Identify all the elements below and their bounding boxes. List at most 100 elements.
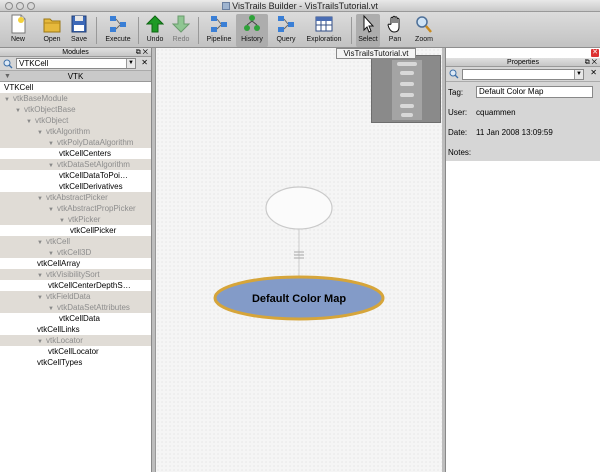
expand-triangle-icon[interactable]: ▼ bbox=[4, 95, 13, 104]
undo-button[interactable]: Undo bbox=[144, 14, 166, 47]
version-tree-canvas[interactable]: Default Color Map bbox=[155, 48, 442, 472]
tree-category[interactable]: ▼ vtkAlgorithm bbox=[0, 126, 151, 137]
pipeline-button[interactable]: Pipeline bbox=[204, 14, 234, 47]
tree-item-label: vtkCellDerivatives bbox=[59, 182, 123, 191]
tree-module[interactable]: vtkCellLocator bbox=[0, 346, 151, 357]
tree-category[interactable]: ▼ vtkDataSetAlgorithm bbox=[0, 159, 151, 170]
main-toolbar: New Open Save Execute Undo Redo Pipeline… bbox=[0, 12, 600, 48]
pan-label: Pan bbox=[388, 36, 402, 43]
toolbar-separator bbox=[138, 17, 139, 44]
tree-header-label: VTK bbox=[67, 72, 84, 81]
redo-button[interactable]: Redo bbox=[170, 14, 192, 47]
tree-item-label: vtkAbstractPropPicker bbox=[57, 204, 136, 213]
float-panel-icon[interactable]: ⧉ bbox=[136, 49, 141, 56]
tag-input[interactable]: Default Color Map bbox=[476, 86, 593, 98]
pan-button[interactable]: Pan bbox=[384, 14, 406, 47]
execute-button[interactable]: Execute bbox=[104, 14, 132, 47]
dock-buttons: ⧉ ✕ bbox=[136, 48, 148, 57]
tree-category[interactable]: ▼ vtkAbstractPicker bbox=[0, 192, 151, 203]
exploration-button[interactable]: Exploration bbox=[303, 14, 345, 47]
new-button[interactable]: New bbox=[6, 14, 30, 47]
expand-triangle-icon[interactable]: ▼ bbox=[48, 161, 57, 170]
expand-triangle-icon[interactable]: ▼ bbox=[37, 238, 46, 247]
vistrail-tab[interactable]: VisTrailsTutorial.vt bbox=[336, 48, 416, 59]
tree-header[interactable]: ▼ VTK bbox=[0, 71, 151, 82]
tree-category[interactable]: ▼ vtkDataSetAttributes bbox=[0, 302, 151, 313]
expand-triangle-icon[interactable]: ▼ bbox=[48, 139, 57, 148]
expand-triangle-icon[interactable]: ▼ bbox=[48, 205, 57, 214]
modules-panel-header: Modules ⧉ ✕ bbox=[0, 48, 151, 57]
tree-category[interactable]: ▼ vtkPicker bbox=[0, 214, 151, 225]
toolbar-separator bbox=[351, 17, 352, 44]
date-label: Date: bbox=[448, 128, 468, 137]
expand-triangle-icon[interactable]: ▼ bbox=[37, 293, 46, 302]
zoom-button[interactable]: Zoom bbox=[412, 14, 436, 47]
version-tree-icon bbox=[244, 15, 260, 31]
expand-triangle-icon[interactable]: ▼ bbox=[26, 117, 35, 126]
canvas-minimap[interactable] bbox=[371, 55, 441, 123]
open-button[interactable]: Open bbox=[40, 14, 64, 47]
tree-module[interactable]: vtkCellArray bbox=[0, 258, 151, 269]
minimap-viewport[interactable] bbox=[392, 60, 422, 120]
tree-module[interactable]: vtkCellCenters bbox=[0, 148, 151, 159]
tree-category[interactable]: ▼ vtkBaseModule bbox=[0, 93, 151, 104]
search-dropdown-icon[interactable]: ▼ bbox=[126, 59, 135, 68]
minimap-node bbox=[400, 104, 414, 108]
tree-category[interactable]: ▼ vtkVisibilitySort bbox=[0, 269, 151, 280]
magnifier-icon bbox=[416, 16, 432, 33]
query-icon bbox=[278, 16, 294, 32]
expand-triangle-icon[interactable]: ▼ bbox=[48, 304, 57, 313]
tree-module[interactable]: vtkCellData bbox=[0, 313, 151, 324]
expand-triangle-icon[interactable]: ▼ bbox=[37, 194, 46, 203]
search-dropdown-icon[interactable]: ▼ bbox=[574, 70, 583, 79]
tree-category[interactable]: ▼ vtkAbstractPropPicker bbox=[0, 203, 151, 214]
tree-module[interactable]: vtkCellPicker bbox=[0, 225, 151, 236]
expand-triangle-icon[interactable]: ▼ bbox=[59, 216, 68, 225]
tree-module[interactable]: vtkCellLinks bbox=[0, 324, 151, 335]
expand-triangle-icon[interactable]: ▼ bbox=[37, 128, 46, 137]
tree-category[interactable]: ▼ vtkCell3D bbox=[0, 247, 151, 258]
tree-category[interactable]: ▼ vtkFieldData bbox=[0, 291, 151, 302]
tree-item-label: vtkPicker bbox=[68, 215, 101, 224]
folder-icon bbox=[43, 18, 61, 33]
close-tab-icon[interactable]: ✕ bbox=[591, 49, 599, 57]
tree-category[interactable]: ▼ vtkLocator bbox=[0, 335, 151, 346]
properties-search-input[interactable]: ▼ bbox=[462, 69, 584, 80]
tree-module[interactable]: vtkCellTypes bbox=[0, 357, 151, 368]
save-label: Save bbox=[71, 36, 87, 43]
expand-triangle-icon[interactable]: ▼ bbox=[37, 337, 46, 346]
tree-module[interactable]: VTKCell bbox=[0, 82, 151, 93]
close-panel-icon[interactable]: ✕ bbox=[143, 49, 148, 56]
expand-triangle-icon[interactable]: ▼ bbox=[37, 271, 46, 280]
dock-buttons: ⧉ ✕ bbox=[585, 58, 597, 67]
tree-item-label: vtkCellTypes bbox=[37, 358, 83, 367]
close-panel-icon[interactable]: ✕ bbox=[592, 59, 597, 66]
query-button[interactable]: Query bbox=[272, 14, 300, 47]
tree-module[interactable]: vtkCellDerivatives bbox=[0, 181, 151, 192]
expand-triangle-icon[interactable]: ▼ bbox=[48, 249, 57, 258]
float-panel-icon[interactable]: ⧉ bbox=[585, 59, 590, 66]
execute-pipeline-icon bbox=[110, 16, 126, 32]
date-value: 11 Jan 2008 13:09:59 bbox=[476, 128, 553, 137]
collapse-triangle-icon[interactable]: ▼ bbox=[4, 71, 11, 82]
tree-category[interactable]: ▼ vtkCell bbox=[0, 236, 151, 247]
selected-version-label: Default Color Map bbox=[252, 293, 346, 305]
history-button[interactable]: History bbox=[236, 14, 268, 47]
notes-textarea[interactable] bbox=[446, 161, 600, 472]
tree-category[interactable]: ▼ vtkPolyDataAlgorithm bbox=[0, 137, 151, 148]
module-search-input[interactable]: VTKCell ▼ bbox=[16, 58, 136, 69]
root-version-node[interactable] bbox=[265, 186, 333, 230]
tag-label: Tag: bbox=[448, 88, 464, 97]
spreadsheet-icon bbox=[315, 16, 333, 32]
save-button[interactable]: Save bbox=[68, 14, 90, 47]
tree-category[interactable]: ▼ vtkObject bbox=[0, 115, 151, 126]
clear-search-icon[interactable]: ✕ bbox=[141, 58, 148, 67]
tree-module[interactable]: vtkCellCenterDepthS… bbox=[0, 280, 151, 291]
tree-category[interactable]: ▼ vtkObjectBase bbox=[0, 104, 151, 115]
expand-triangle-icon[interactable]: ▼ bbox=[15, 106, 24, 115]
tree-item-label: vtkCellCenters bbox=[59, 149, 112, 158]
select-button[interactable]: Select bbox=[356, 14, 380, 47]
query-label: Query bbox=[276, 36, 296, 43]
clear-search-icon[interactable]: ✕ bbox=[590, 68, 597, 77]
tree-module[interactable]: vtkCellDataToPoi… bbox=[0, 170, 151, 181]
